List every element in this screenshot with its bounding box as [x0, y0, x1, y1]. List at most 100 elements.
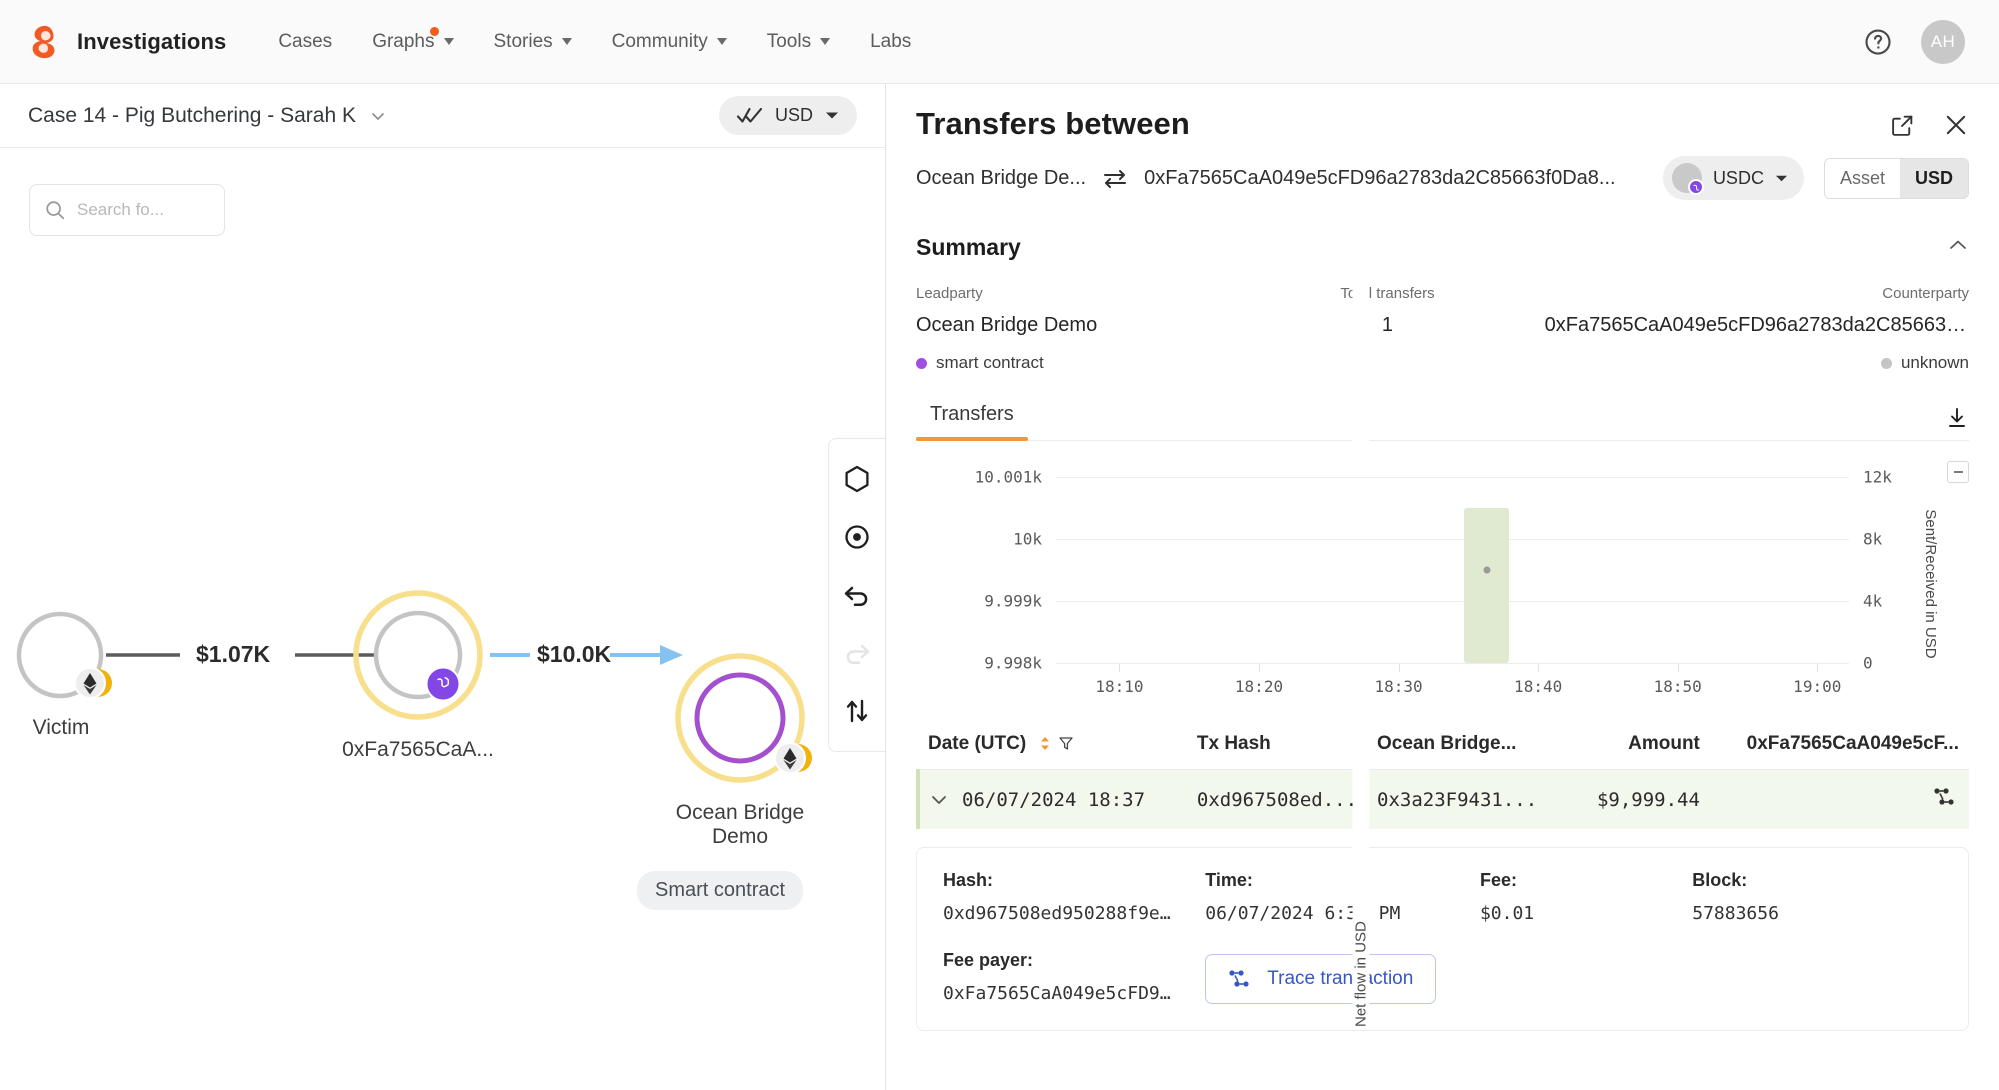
- chart-plot-area: 10.001k 10k 9.999k 9.998k 12k 8k 4k 0: [1056, 477, 1849, 663]
- chart-collapse-button[interactable]: [1947, 461, 1969, 483]
- chart-y2-tick: 12k: [1863, 468, 1892, 487]
- graph-node-label-ocean: Ocean Bridge Demo: [645, 801, 835, 850]
- chart-bar[interactable]: [1464, 508, 1508, 663]
- transfers-table: Date (UTC) Tx Hash: [916, 719, 1969, 829]
- asset-selector[interactable]: USDC: [1663, 156, 1804, 200]
- unit-toggle-usd[interactable]: USD: [1900, 159, 1968, 198]
- chevron-down-icon: [825, 111, 839, 120]
- gridline: [1056, 477, 1849, 478]
- focus-tool-button[interactable]: [833, 511, 881, 563]
- chevron-down-icon: [820, 38, 830, 45]
- tab-transfers[interactable]: Transfers: [916, 403, 1028, 440]
- chart-bar-marker: [1483, 567, 1490, 574]
- chart-y2-axis-title: Sent/Received in USD: [1922, 509, 1939, 658]
- notification-dot-icon: [430, 27, 439, 36]
- chart-y-tick: 9.999k: [984, 591, 1042, 610]
- nav-item-graphs[interactable]: Graphs: [356, 21, 469, 63]
- nav-item-stories[interactable]: Stories: [478, 21, 588, 63]
- detail-block-value[interactable]: 57883656: [1692, 903, 1922, 924]
- chart-y-tick: 10.001k: [975, 468, 1042, 487]
- detail-hash-value[interactable]: 0xd967508ed950288f9e...: [943, 903, 1173, 924]
- open-external-icon: [1890, 113, 1915, 138]
- panel-actions: [1890, 106, 1969, 138]
- case-selector-chevron-icon[interactable]: [370, 110, 386, 122]
- summary-counterparty-label: Counterparty: [1882, 285, 1969, 302]
- detail-fee-payer-value[interactable]: 0xFa7565CaA049e5cFD9...: [943, 983, 1173, 1004]
- detail-subtitle-row: Ocean Bridge De... 0xFa7565CaA049e5cFD96…: [916, 156, 1969, 200]
- table-row[interactable]: 06/07/2024 18:37 0xd967508ed... 0x3a23F9…: [918, 770, 1969, 830]
- chart-y2-tick: 4k: [1863, 591, 1882, 610]
- brand-name: Investigations: [77, 29, 226, 55]
- download-icon: [1945, 406, 1969, 430]
- tabs-row: Transfers: [916, 403, 1969, 441]
- summary-counterparty-value: 0xFa7565CaA049e5cFD96a2783da2C85663f0D..…: [1545, 314, 1969, 337]
- chart-x-tick: 18:20: [1235, 677, 1283, 696]
- summary-leadparty-value: Ocean Bridge Demo: [916, 314, 1097, 337]
- column-header-to[interactable]: 0xFa7565CaA049e5cF...: [1710, 719, 1969, 770]
- chevron-down-icon: [717, 38, 727, 45]
- table-header-row: Date (UTC) Tx Hash: [918, 719, 1969, 770]
- chart-y-tick: 9.998k: [984, 654, 1042, 673]
- summary-total-value: 1: [1382, 314, 1393, 337]
- redo-button: [833, 627, 881, 679]
- column-label: Date (UTC): [928, 733, 1026, 754]
- hexagon-tool-button[interactable]: [833, 453, 881, 505]
- chart-y2-tick: 0: [1863, 654, 1873, 673]
- filter-icon[interactable]: [1059, 736, 1073, 751]
- close-panel-button[interactable]: [1943, 112, 1969, 138]
- undo-button[interactable]: [833, 569, 881, 621]
- detail-hash: Hash: 0xd967508ed950288f9e...: [943, 870, 1205, 924]
- currency-selector[interactable]: USD: [719, 96, 857, 135]
- detail-time: Time: 06/07/2024 6:37 PM: [1205, 870, 1480, 924]
- trace-transaction-button[interactable]: Trace transaction: [1205, 954, 1436, 1004]
- top-navigation-bar: Investigations Cases Graphs Stories Comm…: [0, 0, 1999, 84]
- graph-panel: Case 14 - Pig Butchering - Sarah K USD: [0, 84, 886, 1090]
- column-date-icons: [1039, 736, 1073, 751]
- unit-toggle-asset[interactable]: Asset: [1825, 159, 1900, 198]
- detail-fee: Fee: $0.01: [1480, 870, 1692, 924]
- summary-leadparty: Leadparty Ocean Bridge Demo smart contra…: [916, 285, 1230, 373]
- graph-node-label-victim: Victim: [0, 716, 122, 740]
- column-header-amount[interactable]: Amount: [1547, 719, 1710, 770]
- avatar[interactable]: AH: [1921, 20, 1965, 64]
- nav-item-cases[interactable]: Cases: [262, 21, 348, 63]
- summary-heading: Summary: [916, 234, 1021, 261]
- chart-x-tick: 18:40: [1514, 677, 1562, 696]
- chevron-up-icon: [1947, 238, 1969, 252]
- sort-direction-button[interactable]: [833, 685, 881, 737]
- graph-panel-header: Case 14 - Pig Butchering - Sarah K USD: [0, 84, 885, 148]
- graph-canvas[interactable]: $1.07K $10.0K Victim 0xFa7565CaA... Ocea…: [0, 148, 885, 1090]
- cell-amount: $9,999.44: [1547, 770, 1710, 830]
- edge-label-2: $10.0K: [537, 641, 611, 668]
- summary-collapse-button[interactable]: [1947, 238, 1969, 257]
- nav-item-tools[interactable]: Tools: [751, 21, 846, 63]
- gridline: [1056, 601, 1849, 602]
- app-root: Investigations Cases Graphs Stories Comm…: [0, 0, 1999, 1090]
- chevron-down-icon: [1775, 174, 1788, 183]
- nav-item-community[interactable]: Community: [596, 21, 743, 63]
- graph-toolbar: [828, 438, 885, 752]
- undo-icon: [843, 582, 871, 608]
- edge-arrow-2: [660, 645, 683, 665]
- status-dot-icon: [1881, 358, 1892, 369]
- column-header-from[interactable]: Ocean Bridge...: [1367, 719, 1547, 770]
- trace-icon[interactable]: [1933, 786, 1959, 808]
- cell-trace-action[interactable]: [1710, 770, 1969, 830]
- graph-node-chip-smart-contract: Smart contract: [637, 871, 803, 910]
- column-header-date[interactable]: Date (UTC): [918, 719, 1187, 770]
- polygon-chain-badge-icon: [1688, 179, 1704, 195]
- row-expand-chevron-icon[interactable]: [930, 794, 948, 806]
- open-external-button[interactable]: [1890, 113, 1915, 138]
- download-button[interactable]: [1945, 406, 1969, 430]
- column-header-txhash[interactable]: Tx Hash: [1187, 719, 1367, 770]
- cell-from[interactable]: 0x3a23F9431...: [1367, 770, 1547, 830]
- nav-item-labs[interactable]: Labs: [854, 21, 927, 63]
- sort-icon[interactable]: [1039, 736, 1051, 751]
- gridline: [1056, 539, 1849, 540]
- cell-tx-hash[interactable]: 0xd967508ed...: [1187, 770, 1367, 830]
- graph-node-ocean[interactable]: [697, 675, 783, 761]
- nav-label: Stories: [494, 31, 553, 53]
- help-circle-icon[interactable]: [1863, 27, 1893, 57]
- brand[interactable]: Investigations: [26, 23, 226, 61]
- sort-arrows-icon: [843, 697, 871, 725]
